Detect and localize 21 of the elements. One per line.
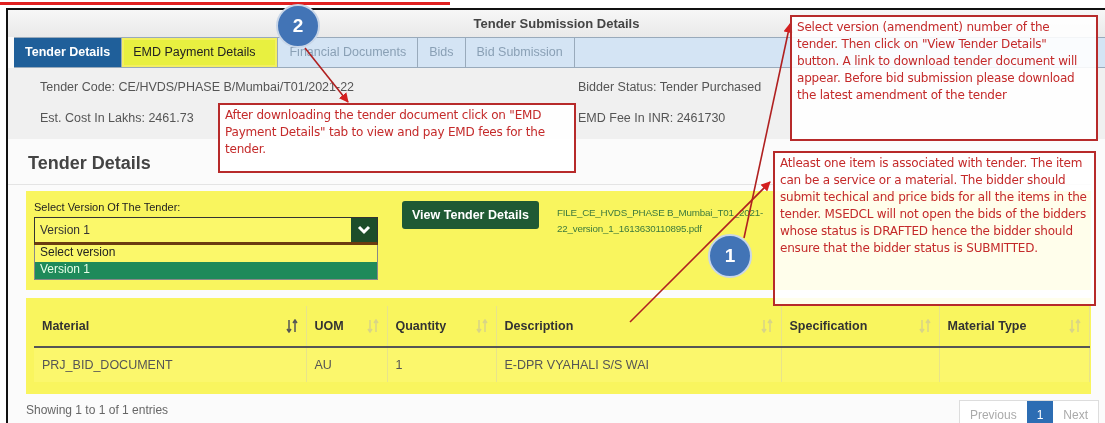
annotation-callout: Select version (amendment) number of the tender. Then click on "View Tender Details" button. A link to download tender document will appear. Before bid submission please download the latest amendment of the tender bbox=[790, 15, 1098, 141]
dropdown-option[interactable]: Select version bbox=[35, 245, 377, 262]
table-cell: E-DPR VYAHALI S/S WAI bbox=[496, 347, 781, 382]
tab[interactable]: EMD Payment Details bbox=[122, 37, 279, 67]
table-cell: AU bbox=[306, 347, 387, 382]
view-details-button[interactable]: View Tender Details bbox=[402, 201, 539, 229]
version-select[interactable]: Version 1 bbox=[34, 217, 378, 245]
info-text: EMD Fee In INR: 2461730 bbox=[578, 111, 726, 125]
annotation-callout: Atleast one item is associated with tender. The item can be a service or a material. The bidder should submit techical and price bids for all the items in the tender. MSEDCL will not open the bids of the bidders whose status is DRAFTED hence the bidder should ensure that the bidder status is SUBMITTED. bbox=[773, 151, 1096, 306]
table-cell: 1 bbox=[387, 347, 496, 382]
field-label: Select Version Of The Tender: bbox=[34, 201, 182, 213]
sort-icon[interactable] bbox=[285, 319, 298, 333]
entries-info: Showing 1 to 1 of 1 entries bbox=[26, 403, 169, 417]
info-text: Bidder Status: Tender Purchased bbox=[578, 80, 762, 94]
dropdown-option[interactable]: Version 1 bbox=[35, 262, 377, 279]
info-text: Est. Cost In Lakhs: 2461.73 bbox=[40, 111, 194, 125]
caret-icon bbox=[351, 218, 377, 242]
annotation-callout: After downloading the tender document click on "EMD Payment Details" tab to view and pay EMD fees for the tender. bbox=[218, 103, 576, 173]
table-cell: PRJ_BID_DOCUMENT bbox=[34, 347, 306, 382]
tab[interactable]: Tender Details bbox=[14, 37, 123, 67]
page-button[interactable]: 1 bbox=[1026, 401, 1054, 423]
